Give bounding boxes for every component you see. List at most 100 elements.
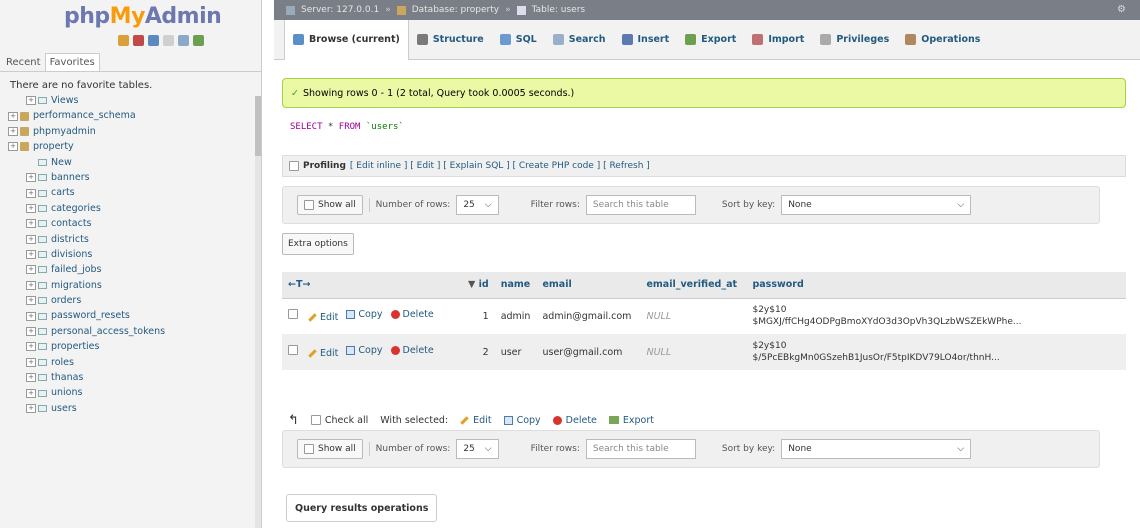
expand-icon[interactable]: + <box>26 404 36 413</box>
phpmyadmin-logo[interactable]: phpMyAdmin <box>0 0 261 30</box>
help-icon[interactable] <box>148 34 159 46</box>
bulk-copy-button[interactable]: Copy <box>503 415 541 426</box>
cell-name[interactable]: admin <box>494 298 537 334</box>
tree-item-phpmyadmin[interactable]: + phpmyadmin <box>8 124 261 139</box>
expand-icon[interactable]: + <box>8 142 18 152</box>
cell-email-verified-at[interactable]: NULL <box>640 334 747 370</box>
column-resize-header[interactable]: ←T→ <box>282 272 462 299</box>
tab-export[interactable]: Export <box>677 20 744 60</box>
tab-insert[interactable]: Insert <box>614 20 678 60</box>
tree-item-users[interactable]: + users <box>8 401 261 416</box>
cell-name[interactable]: user <box>494 334 537 370</box>
tab-favorites[interactable]: Favorites <box>44 53 100 71</box>
expand-icon[interactable]: + <box>26 250 36 260</box>
breadcrumb-table[interactable]: Table: users <box>532 5 586 15</box>
expand-icon[interactable]: + <box>26 357 36 367</box>
tree-item-contacts[interactable]: + contacts <box>8 216 261 231</box>
tree-item-banners[interactable]: + banners <box>8 170 261 185</box>
tab-sql[interactable]: SQL <box>492 20 545 60</box>
column-header-password[interactable]: password <box>746 272 1126 299</box>
column-header-email-verified-at[interactable]: email_verified_at <box>640 272 747 299</box>
logout-icon[interactable] <box>133 34 144 46</box>
tab-import[interactable]: Import <box>744 20 812 60</box>
expand-icon[interactable]: + <box>26 373 36 383</box>
tree-item-thanas[interactable]: + thanas <box>8 370 261 385</box>
show-all-button[interactable]: Show all <box>297 195 363 215</box>
expand-icon[interactable]: + <box>8 111 18 121</box>
tab-search[interactable]: Search <box>545 20 614 60</box>
row-checkbox[interactable] <box>288 345 298 355</box>
tab-browse[interactable]: Browse (current) <box>284 19 409 60</box>
tree-item-districts[interactable]: + districts <box>8 232 261 247</box>
row-checkbox[interactable] <box>288 309 298 320</box>
number-of-rows-select[interactable]: 25 ⌵ <box>456 439 499 459</box>
column-header-email[interactable]: email <box>536 272 641 299</box>
show-all-button[interactable]: Show all <box>297 439 363 459</box>
tree-item-categories[interactable]: + categories <box>8 201 261 216</box>
left-scrollbar-track[interactable] <box>255 96 261 528</box>
cell-password[interactable]: $2y$10 $MGXJ/ffCHg4ODPgBmoXYdO3d3OpVh3QLz… <box>746 298 1126 334</box>
tree-item-unions[interactable]: + unions <box>8 385 261 400</box>
tree-item-orders[interactable]: + orders <box>8 293 261 308</box>
sort-by-key-select[interactable]: None ⌵ <box>781 195 972 215</box>
expand-icon[interactable]: + <box>8 126 18 136</box>
query-results-operations[interactable]: Query results operations <box>286 494 438 522</box>
expand-icon[interactable]: + <box>26 219 36 229</box>
number-of-rows-select[interactable]: 25 ⌵ <box>456 195 499 215</box>
tab-structure[interactable]: Structure <box>409 20 492 60</box>
sql-query-display[interactable]: SELECT * FROM `users` <box>282 110 1126 152</box>
extra-options-button[interactable]: Extra options <box>282 233 354 255</box>
cell-id[interactable]: 1 <box>462 298 495 334</box>
check-all-checkbox[interactable] <box>310 415 321 425</box>
bulk-export-button[interactable]: Export <box>608 415 654 426</box>
breadcrumb-server[interactable]: Server: 127.0.0.1 <box>301 5 379 15</box>
query-action-links[interactable]: [ Edit inline ] [ Edit ] [ Explain SQL ]… <box>350 161 650 171</box>
expand-icon[interactable]: + <box>26 280 36 290</box>
profiling-checkbox[interactable] <box>289 161 299 171</box>
edit-button[interactable]: Edit <box>308 312 338 323</box>
left-scrollbar-thumb[interactable] <box>255 96 261 156</box>
cell-email-verified-at[interactable]: NULL <box>640 298 747 334</box>
tab-operations[interactable]: Operations <box>897 20 988 60</box>
breadcrumb-database[interactable]: Database: property <box>412 5 499 15</box>
copy-button[interactable]: Copy <box>346 345 383 356</box>
tree-item-divisions[interactable]: + divisions <box>8 247 261 262</box>
expand-icon[interactable]: + <box>26 388 36 398</box>
cell-email[interactable]: user@gmail.com <box>536 334 641 370</box>
tree-item-property[interactable]: + property <box>8 139 261 154</box>
bulk-delete-button[interactable]: Delete <box>552 415 597 426</box>
delete-button[interactable]: Delete <box>390 345 434 356</box>
settings-icon[interactable] <box>178 34 189 46</box>
expand-icon[interactable]: + <box>26 173 36 183</box>
expand-icon[interactable]: + <box>26 188 36 198</box>
copy-button[interactable]: Copy <box>346 309 383 320</box>
cell-password[interactable]: $2y$10 $/5PcEBkgMn0GSzehB1JusOr/F5tpIKDV7… <box>746 334 1126 370</box>
tab-recent[interactable]: Recent <box>2 54 45 71</box>
expand-icon[interactable]: + <box>26 342 36 352</box>
check-all[interactable]: Check all <box>310 415 368 426</box>
tab-privileges[interactable]: Privileges <box>812 20 897 60</box>
expand-icon[interactable]: + <box>26 296 36 306</box>
column-header-id[interactable]: ▼ id <box>462 272 495 299</box>
show-all-checkbox[interactable] <box>304 444 314 454</box>
tree-item-password-resets[interactable]: + password_resets <box>8 308 261 323</box>
tree-item-properties[interactable]: + properties <box>8 339 261 354</box>
tree-item-failed-jobs[interactable]: + failed_jobs <box>8 262 261 277</box>
cell-id[interactable]: 2 <box>462 334 495 370</box>
tree-item-new[interactable]: +New <box>8 155 261 170</box>
cell-email[interactable]: admin@gmail.com <box>536 298 641 334</box>
filter-rows-input[interactable]: Search this table <box>585 439 696 459</box>
expand-icon[interactable]: + <box>26 311 36 321</box>
gear-icon[interactable]: ⚙ <box>1117 4 1126 15</box>
expand-icon[interactable]: + <box>26 234 36 244</box>
tree-item-migrations[interactable]: + migrations <box>8 278 261 293</box>
filter-rows-input[interactable]: Search this table <box>585 195 696 215</box>
tree-item-personal-access-tokens[interactable]: + personal_access_tokens <box>8 324 261 339</box>
delete-button[interactable]: Delete <box>390 309 434 320</box>
tree-item-carts[interactable]: + carts <box>8 185 261 200</box>
bulk-edit-button[interactable]: Edit <box>460 415 492 426</box>
expand-icon[interactable]: + <box>26 265 36 275</box>
home-icon[interactable] <box>118 34 129 46</box>
show-all-checkbox[interactable] <box>304 200 314 210</box>
expand-icon[interactable]: + <box>26 327 36 337</box>
